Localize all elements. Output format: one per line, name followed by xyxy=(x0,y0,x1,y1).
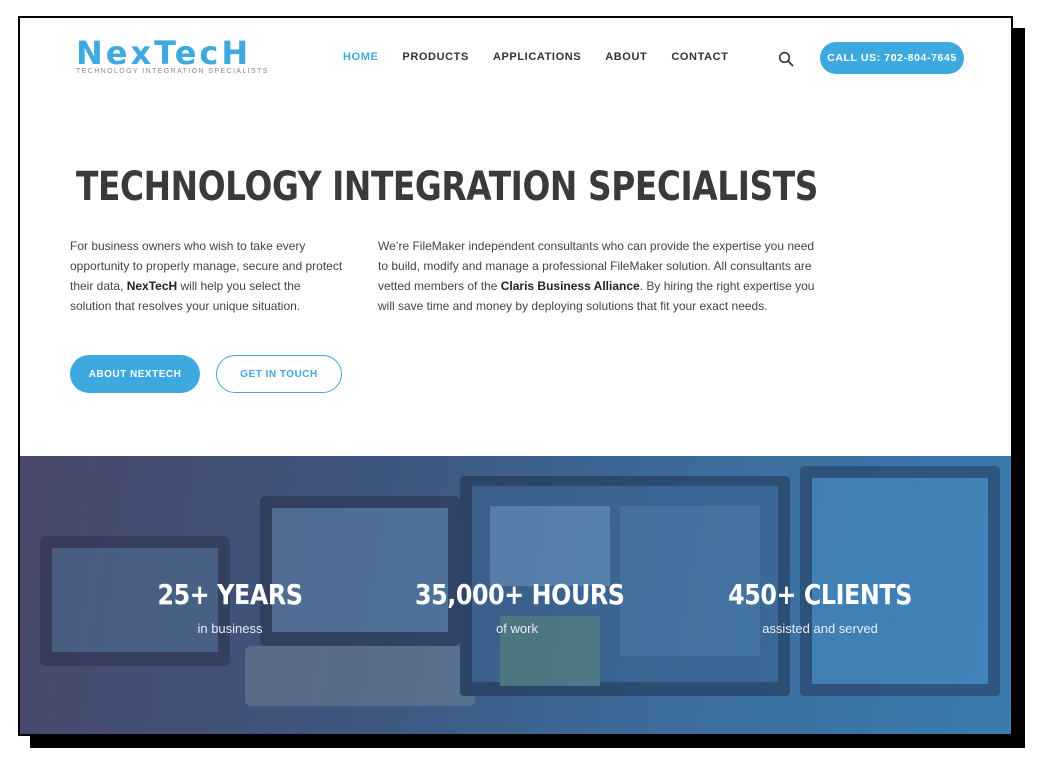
search-icon[interactable] xyxy=(778,51,794,67)
stat-years-value: 25+ YEARS xyxy=(157,578,303,611)
stat-clients: 450+ CLIENTS assisted and served xyxy=(700,578,940,636)
stat-hours-value: 35,000+ HOURS xyxy=(415,578,625,611)
intro-left-brand: NexTecH xyxy=(126,279,178,293)
nav-products[interactable]: PRODUCTS xyxy=(402,51,469,63)
get-in-touch-button[interactable]: GET IN TOUCH xyxy=(216,355,342,393)
intro-right-alliance: Claris Business Alliance xyxy=(500,279,640,293)
stat-clients-value: 450+ CLIENTS xyxy=(728,578,912,611)
intro-left-paragraph: For business owners who wish to take eve… xyxy=(70,236,345,316)
nextech-logo[interactable]: NexTecH TECHNOLOGY INTEGRATION SPECIALIS… xyxy=(76,36,280,78)
main-nav: HOME PRODUCTS APPLICATIONS ABOUT CONTACT xyxy=(343,51,752,63)
logo-text: NexTecH xyxy=(76,34,252,72)
nav-home[interactable]: HOME xyxy=(343,51,378,63)
stat-years: 25+ YEARS in business xyxy=(110,578,350,636)
stat-hours-label: of work xyxy=(496,621,538,636)
nav-about[interactable]: ABOUT xyxy=(605,51,647,63)
nav-contact[interactable]: CONTACT xyxy=(671,51,728,63)
page-title: TECHNOLOGY INTEGRATION SPECIALISTS xyxy=(76,164,818,210)
browser-page: NexTecH TECHNOLOGY INTEGRATION SPECIALIS… xyxy=(18,16,1013,736)
call-us-button[interactable]: CALL US: 702-804-7645 xyxy=(820,42,964,74)
stat-clients-label: assisted and served xyxy=(762,621,878,636)
about-nextech-button[interactable]: ABOUT NEXTECH xyxy=(70,355,200,393)
nav-applications[interactable]: APPLICATIONS xyxy=(493,51,581,63)
stat-years-label: in business xyxy=(197,621,263,636)
stat-hours: 35,000+ HOURS of work xyxy=(397,578,637,636)
intro-right-paragraph: We’re FileMaker independent consultants … xyxy=(378,236,818,316)
logo-tagline: TECHNOLOGY INTEGRATION SPECIALISTS xyxy=(76,68,269,75)
